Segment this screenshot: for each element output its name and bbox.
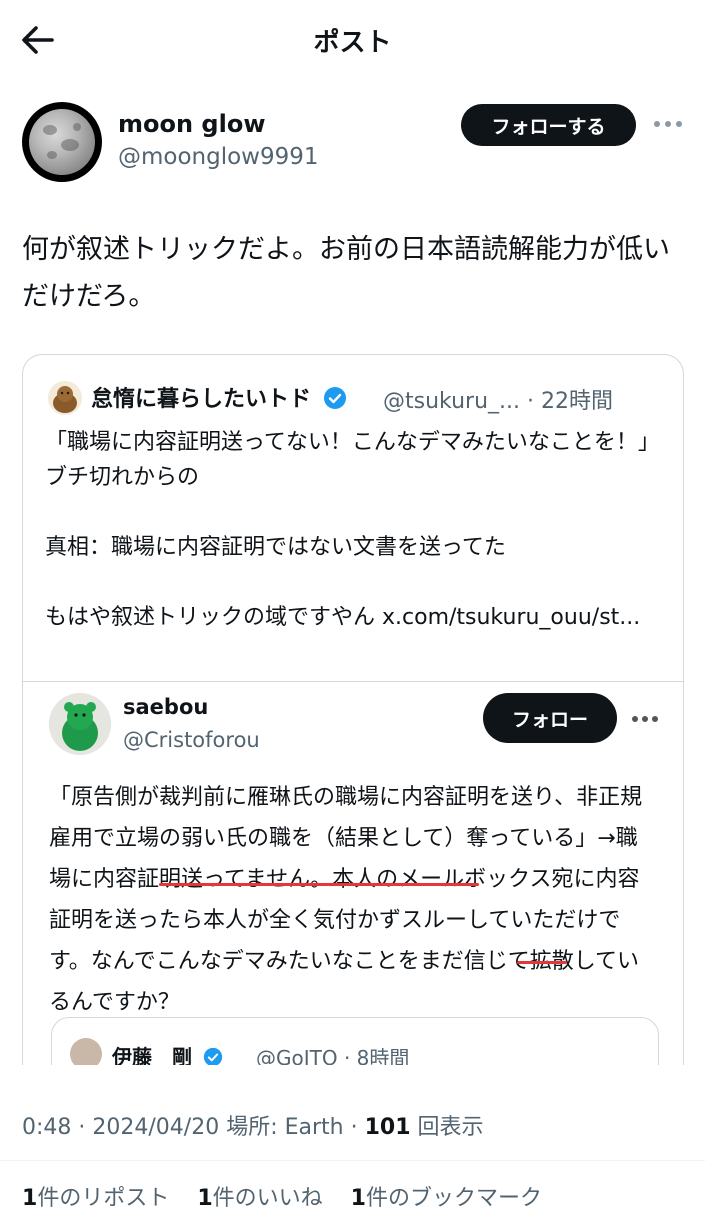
quote-avatar	[48, 381, 82, 415]
more-icon[interactable]	[652, 114, 684, 134]
author-handle[interactable]: @moonglow9991	[118, 144, 319, 170]
divider	[0, 1160, 705, 1161]
quote-display-name: 怠惰に暮らしたいトド	[91, 381, 347, 413]
post-time[interactable]: 0:48	[22, 1115, 71, 1140]
post-stats: 1件のリポスト 1件のいいね 1件のブックマーク	[22, 1180, 542, 1212]
divider	[23, 681, 683, 682]
author-display-name[interactable]: moon glow	[118, 110, 266, 138]
highlight-underline	[517, 961, 567, 964]
quote-handle-time: @tsukuru_... · 22時間	[383, 389, 613, 414]
verified-badge-icon	[323, 387, 346, 409]
embedded-more-icon	[631, 709, 661, 729]
nested-avatar	[70, 1038, 102, 1065]
avatar[interactable]	[22, 102, 102, 182]
nested-handle-time: @GoITO · 8時間	[256, 1046, 410, 1065]
post-text: 何が叙述トリックだよ。お前の日本語読解能力が低いだけだろ。	[22, 234, 670, 312]
follow-button[interactable]: フォローする	[461, 104, 636, 146]
quote-card[interactable]: 怠惰に暮らしたいトド @tsukuru_... · 22時間 「職場に内容証明送…	[22, 354, 684, 1065]
embedded-follow-button: フォロー	[483, 693, 617, 743]
likes-stat[interactable]: 1件のいいね	[197, 1186, 322, 1211]
verified-badge-icon	[203, 1047, 223, 1065]
views-count: 101	[364, 1115, 411, 1140]
quote-text: 「職場に内容証明送ってない！こんなデマみたいなことを！」ブチ切れからの 真相：職…	[45, 430, 660, 630]
embedded-display-name: saebou	[123, 695, 209, 719]
page-title: ポスト	[313, 28, 392, 58]
highlight-underline	[159, 883, 479, 886]
location: Earth	[284, 1115, 344, 1140]
post-meta: 0:48 · 2024/04/20 場所: Earth · 101 回表示	[22, 1115, 484, 1140]
embedded-avatar	[49, 693, 111, 755]
nested-quote-card: 伊藤 剛 @GoITO · 8時間	[51, 1017, 659, 1065]
post-date[interactable]: 2024/04/20	[92, 1115, 219, 1140]
nested-display-name: 伊藤 剛	[112, 1041, 223, 1065]
bookmarks-stat[interactable]: 1件のブックマーク	[351, 1186, 542, 1211]
reposts-stat[interactable]: 1件のリポスト	[22, 1186, 169, 1211]
embedded-text: 「原告側が裁判前に雁琳氏の職場に内容証明を送り、非正規雇用で立場の弱い氏の職を（…	[49, 785, 643, 1015]
embedded-handle: @Cristoforou	[123, 728, 260, 752]
moon-image	[29, 109, 95, 175]
